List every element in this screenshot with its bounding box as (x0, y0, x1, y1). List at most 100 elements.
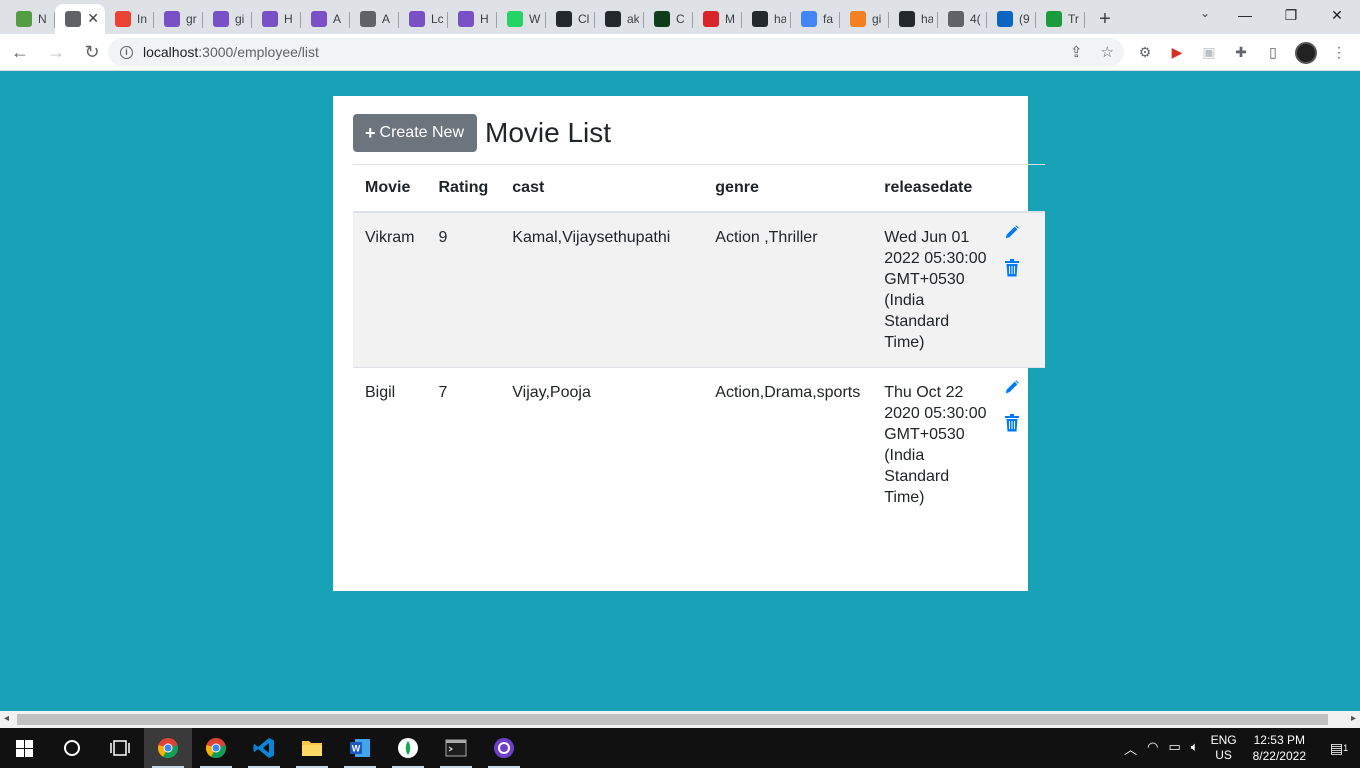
url-path: :3000/employee/list (198, 44, 319, 60)
browser-tab[interactable]: ✕ (55, 4, 105, 34)
volume-icon[interactable]: 🔈︎ (1191, 739, 1199, 758)
create-new-button[interactable]: + Create New (353, 114, 477, 152)
restore-button[interactable]: ❐ (1268, 0, 1314, 30)
bookmark-star-icon[interactable]: ☆ (1101, 43, 1114, 61)
minimize-button[interactable]: — (1222, 0, 1268, 30)
browser-tab[interactable]: C (644, 4, 693, 34)
site-info-icon[interactable]: i (120, 45, 133, 59)
delete-trash-icon[interactable] (1004, 414, 1020, 432)
task-view-icon (110, 740, 130, 756)
heroku-icon (409, 11, 425, 27)
extension-grey-icon[interactable]: ▣ (1199, 43, 1219, 63)
edit-pencil-icon[interactable] (1004, 223, 1020, 241)
table-row: Vikram 9 Kamal,Vijaysethupathi Action ,T… (353, 211, 1045, 368)
browser-tab[interactable]: H (448, 4, 497, 34)
language-indicator[interactable]: ENG US (1211, 733, 1237, 763)
globe-icon (360, 11, 376, 27)
browser-tab[interactable]: gi (840, 4, 889, 34)
cell-rating: 9 (426, 211, 501, 368)
column-header-releasedate: releasedate (872, 164, 1005, 213)
browser-tab[interactable]: fa (791, 4, 840, 34)
taskbar-vscode[interactable] (240, 728, 288, 768)
taskbar-mongodb-compass[interactable] (384, 728, 432, 768)
table-row: Bigil 7 Vijay,Pooja Action,Drama,sports … (353, 367, 1045, 522)
taskbar-file-explorer[interactable] (288, 728, 336, 768)
browser-tab[interactable]: A (301, 4, 350, 34)
profile-avatar[interactable] (1295, 41, 1317, 64)
taskbar-chrome-2[interactable] (192, 728, 240, 768)
tab-title: Cl (578, 12, 590, 26)
taskbar-chrome-active[interactable] (144, 728, 192, 768)
address-bar[interactable]: i localhost:3000/employee/list ⇪ ☆ (108, 38, 1124, 66)
browser-tab[interactable]: H (252, 4, 301, 34)
card-header: + Create New Movie List (353, 114, 611, 152)
action-center-button[interactable]: ▤ 1 (1324, 728, 1354, 768)
start-button[interactable] (0, 728, 48, 768)
tab-title: H (480, 12, 489, 26)
taskbar-word[interactable]: W (336, 728, 384, 768)
browser-tab[interactable]: N (6, 4, 55, 34)
search-button[interactable] (48, 728, 96, 768)
tab-title: gr (186, 12, 197, 26)
linkedin-icon (997, 11, 1013, 27)
new-tab-button[interactable]: + (1085, 4, 1125, 34)
browser-tab[interactable]: A (350, 4, 399, 34)
reload-button[interactable]: ↻ (76, 36, 108, 68)
browser-tab[interactable]: 4( (938, 4, 987, 34)
browser-tab[interactable]: ha (889, 4, 938, 34)
browser-tab[interactable]: gi (203, 4, 252, 34)
browser-tab[interactable]: (9 (987, 4, 1036, 34)
tab-title: A (382, 12, 391, 26)
extension-red-icon[interactable]: ▶ (1167, 43, 1187, 63)
cell-genre: Action,Drama,sports (703, 367, 873, 522)
battery-icon[interactable]: ▭ (1168, 739, 1180, 758)
github-icon (899, 11, 915, 27)
taskbar-github-desktop[interactable] (480, 728, 528, 768)
menu-kebab-icon[interactable]: ⋮ (1329, 43, 1349, 63)
puzzle-extensions-icon[interactable]: ✚ (1231, 43, 1251, 63)
tab-title: ha (774, 12, 786, 26)
back-button[interactable]: ← (4, 36, 36, 68)
tab-title: (9 (1019, 12, 1030, 26)
browser-tab[interactable]: W (497, 4, 546, 34)
network-icon[interactable]: ◠ (1147, 739, 1158, 758)
browser-tab[interactable]: Cl (546, 4, 595, 34)
browser-tab[interactable]: M (693, 4, 742, 34)
browser-tab[interactable]: ha (742, 4, 791, 34)
cell-movie: Vikram (353, 211, 427, 368)
tab-search-icon[interactable]: ⌄ (1200, 6, 1210, 20)
language-code: ENG (1210, 733, 1237, 747)
side-panel-icon[interactable]: ▯ (1263, 43, 1283, 63)
scroll-left-arrow-icon[interactable]: ◂ (4, 713, 9, 724)
browser-tab[interactable]: Lc (399, 4, 448, 34)
delete-trash-icon[interactable] (1004, 259, 1020, 277)
browser-tab[interactable]: In (105, 4, 154, 34)
show-hidden-icons-chevron-icon[interactable]: ︿ (1124, 739, 1137, 758)
scroll-right-arrow-icon[interactable]: ▸ (1351, 713, 1356, 724)
cell-actions (1004, 211, 1045, 368)
tab-title: H (284, 12, 293, 26)
windows-logo-icon (15, 739, 33, 757)
browser-tab[interactable]: Tr (1036, 4, 1085, 34)
extension-icon[interactable]: ⚙ (1135, 43, 1155, 63)
scrollbar-thumb[interactable] (17, 714, 1328, 725)
browser-tab[interactable]: gr (154, 4, 203, 34)
globe-icon (65, 11, 81, 27)
browser-tab[interactable]: ak (595, 4, 644, 34)
tab-title: M (725, 12, 735, 26)
terminal-icon (445, 739, 467, 757)
stackoverflow-icon (850, 11, 866, 27)
task-view-button[interactable] (96, 728, 144, 768)
tab-close-icon[interactable]: ✕ (87, 10, 99, 27)
forward-button[interactable]: → (40, 36, 72, 68)
share-icon[interactable]: ⇪ (1070, 43, 1083, 61)
column-header-cast: cast (500, 164, 704, 213)
wikihow-icon (1046, 11, 1062, 27)
close-window-button[interactable]: ✕ (1314, 0, 1360, 30)
edit-pencil-icon[interactable] (1004, 378, 1020, 396)
taskbar-terminal[interactable] (432, 728, 480, 768)
horizontal-scrollbar[interactable]: ◂ ▸ (0, 711, 1360, 728)
gmail-icon (115, 11, 131, 27)
heroku-icon (262, 11, 278, 27)
clock[interactable]: 12:53 PM 8/22/2022 (1253, 732, 1306, 764)
